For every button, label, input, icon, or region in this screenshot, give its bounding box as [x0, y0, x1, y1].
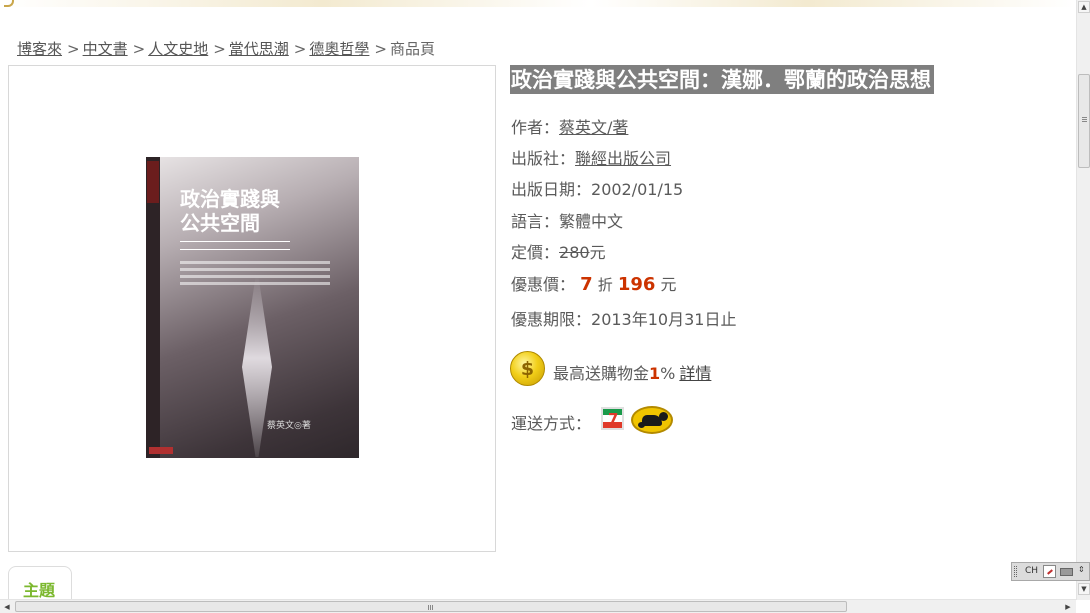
list-price-label: 定價：	[511, 243, 560, 262]
sale-price-label: 優惠價：	[511, 275, 576, 294]
breadcrumb-link-contemporary-thought[interactable]: 當代思潮	[229, 40, 289, 58]
scroll-left-arrow-icon[interactable]: ◀	[1, 601, 13, 613]
dollar-coin-icon: $	[510, 351, 545, 386]
tab-subject-label: 主題	[23, 581, 56, 600]
cover-title: 政治實踐與 公共空間	[180, 187, 280, 235]
author-row: 作者：蔡英文/著	[511, 114, 628, 138]
breadcrumb-separator: >	[132, 40, 146, 58]
list-price-currency: 元	[589, 243, 606, 262]
reward-percent-sign: %	[660, 364, 676, 383]
book-cover-image[interactable]: 政治實踐與 公共空間 蔡英文◎著	[146, 157, 359, 458]
logo-swoosh-icon	[4, 0, 14, 7]
sale-price-row: 優惠價： 7 折 196 元	[511, 271, 677, 295]
sale-price-currency: 元	[660, 275, 677, 294]
reward-percent-number: 1	[649, 364, 661, 383]
scroll-right-arrow-icon[interactable]: ▶	[1062, 601, 1074, 613]
ime-keyboard-icon[interactable]	[1060, 568, 1073, 576]
cover-author: 蔡英文◎著	[267, 421, 311, 431]
pub-date-row: 出版日期：2002/01/15	[511, 176, 683, 200]
publisher-label: 出版社：	[511, 149, 576, 168]
sale-price-value: 196	[617, 274, 656, 295]
cover-subtitle-band	[180, 241, 290, 250]
promo-deadline-value: 2013年10月31日止	[591, 310, 737, 329]
language-value: 繁體中文	[559, 212, 624, 231]
breadcrumb-link-humanities[interactable]: 人文史地	[148, 40, 208, 58]
list-price-value: 280	[559, 243, 590, 262]
breadcrumb-separator: >	[213, 40, 226, 58]
promo-deadline-label: 優惠期限：	[511, 310, 592, 329]
breadcrumb-separator: >	[293, 40, 307, 58]
ime-options-icon[interactable]: ⇕	[1078, 565, 1085, 574]
ime-language-bar[interactable]: CH ⇕	[1011, 562, 1090, 581]
vertical-scroll-thumb[interactable]	[1078, 74, 1090, 168]
publisher-link[interactable]: 聯經出版公司	[575, 149, 671, 168]
ime-handwriting-icon[interactable]	[1043, 565, 1056, 578]
publisher-row: 出版社：聯經出版公司	[511, 145, 671, 169]
horizontal-scroll-thumb[interactable]	[15, 601, 847, 612]
product-title: 政治實踐與公共空間：漢娜．鄂蘭的政治思想	[510, 65, 934, 94]
breadcrumb-link-home[interactable]: 博客來	[17, 40, 62, 58]
breadcrumb-separator: >	[374, 40, 387, 58]
scroll-up-arrow-icon[interactable]: ▲	[1078, 1, 1090, 13]
language-label: 語言：	[511, 212, 560, 231]
breadcrumb-separator: >	[67, 40, 80, 58]
reward-details-link[interactable]: 詳情	[679, 364, 711, 383]
cover-spine-tag	[147, 161, 159, 203]
vertical-scrollbar[interactable]: ▲ ▼	[1076, 0, 1090, 600]
7-eleven-icon[interactable]: 7	[601, 407, 624, 430]
breadcrumb: 博客來 > 中文書 > 人文史地 > 當代思潮 > 德奧哲學 > 商品頁	[17, 38, 435, 59]
author-label: 作者：	[511, 118, 560, 137]
cover-publisher-logo	[149, 447, 173, 454]
top-decoration-strip	[0, 0, 1076, 7]
shipping-label: 運送方式：	[511, 414, 592, 433]
pub-date-value: 2002/01/15	[591, 180, 684, 199]
promo-deadline-row: 優惠期限：2013年10月31日止	[511, 306, 736, 330]
breadcrumb-current: 商品頁	[389, 40, 435, 58]
black-cat-delivery-icon[interactable]	[631, 406, 673, 434]
reward-prefix: 最高送購物金	[553, 364, 650, 383]
discount-unit: 折	[597, 276, 613, 294]
language-row: 語言：繁體中文	[511, 208, 623, 232]
scroll-down-arrow-icon[interactable]: ▼	[1078, 583, 1090, 595]
ime-language[interactable]: CH	[1025, 566, 1038, 576]
ime-grip-icon[interactable]	[1014, 566, 1017, 577]
discount-value: 7	[580, 274, 593, 295]
product-image-panel: 政治實踐與 公共空間 蔡英文◎著	[8, 65, 496, 552]
list-price-row: 定價：280元	[511, 239, 606, 263]
horizontal-scrollbar[interactable]: ◀ ▶	[0, 599, 1076, 613]
pub-date-label: 出版日期：	[511, 180, 592, 199]
breadcrumb-link-german-philosophy[interactable]: 德奧哲學	[309, 40, 369, 58]
reward-text: 最高送購物金1% 詳情	[553, 360, 711, 384]
breadcrumb-link-chinese-books[interactable]: 中文書	[83, 40, 128, 58]
author-link[interactable]: 蔡英文/著	[559, 118, 628, 137]
